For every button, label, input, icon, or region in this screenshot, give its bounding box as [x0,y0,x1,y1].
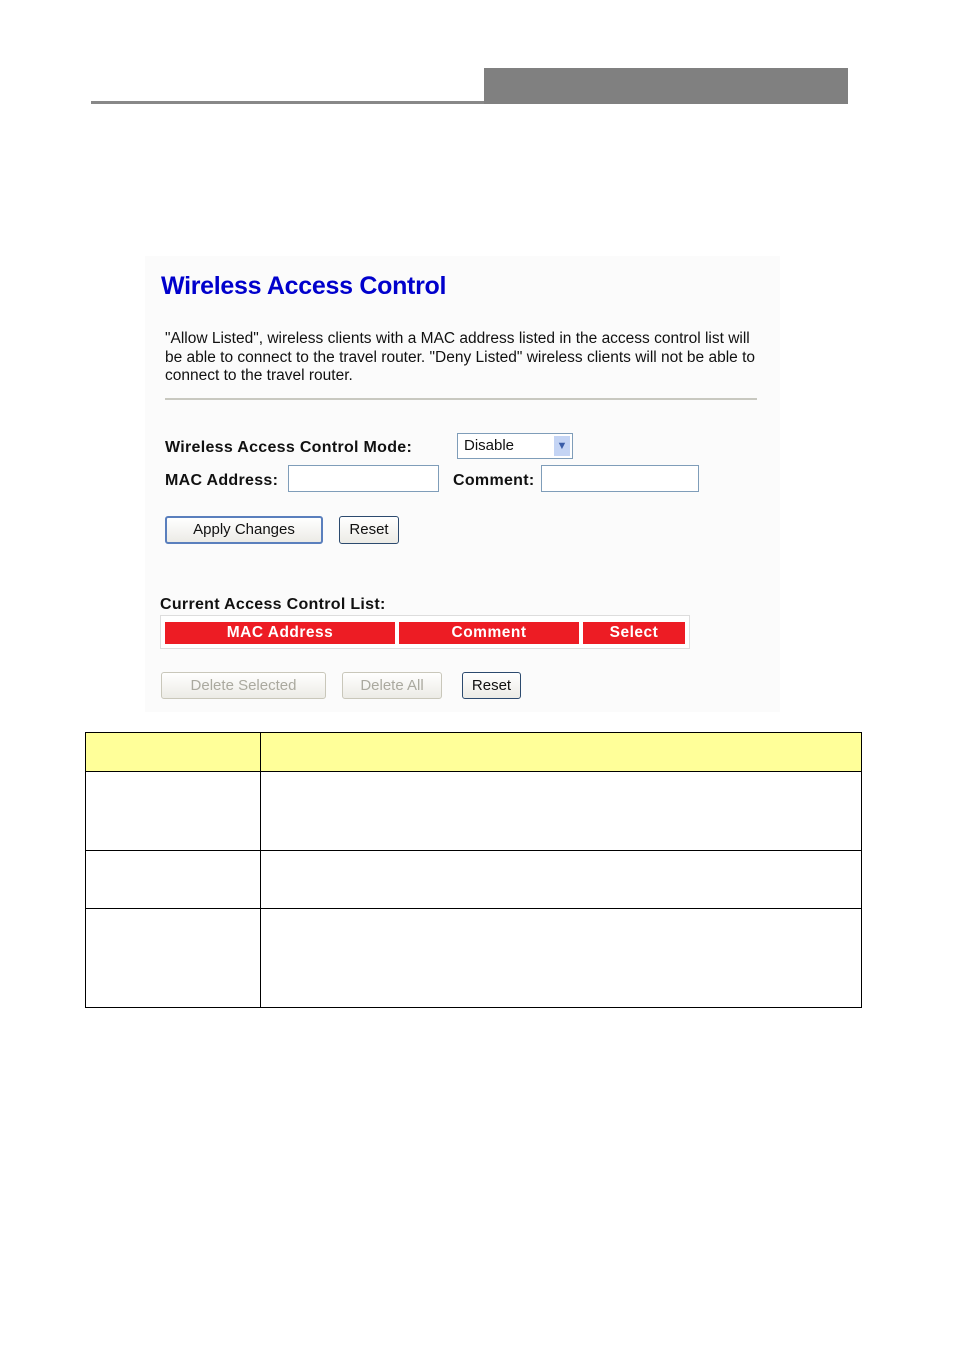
reset-button[interactable]: Reset [339,516,399,544]
table-cell [85,850,261,909]
table-cell [85,732,261,772]
list-title: Current Access Control List: [160,596,386,613]
column-comment: Comment [399,622,579,644]
table-cell [260,732,862,772]
delete-selected-button[interactable]: Delete Selected [161,672,326,699]
apply-changes-button[interactable]: Apply Changes [165,516,323,544]
description: "Allow Listed", wireless clients with a … [165,330,755,385]
table-cell [260,908,862,1008]
mode-label: Wireless Access Control Mode: [165,439,413,456]
comment-label: Comment: [453,472,535,489]
column-mac-address: MAC Address [165,622,395,644]
divider [165,398,757,400]
table-cell [85,771,261,851]
table-row [85,850,862,909]
delete-all-button[interactable]: Delete All [342,672,442,699]
table-cell [260,771,862,851]
mode-select[interactable]: Disable ▼ [457,433,573,459]
chevron-down-icon[interactable]: ▼ [554,436,570,456]
comment-input[interactable] [541,465,699,492]
mac-address-input[interactable] [288,465,439,492]
table-cell [260,850,862,909]
header-bar [484,68,848,104]
mac-label: MAC Address: [165,472,279,489]
table-header-row [85,732,862,772]
document-page: Wireless Access Control "Allow Listed", … [0,0,954,1350]
column-select: Select [583,622,685,644]
mode-value: Disable [464,437,515,454]
table-cell [85,908,261,1008]
access-control-list: MAC Address Comment Select [160,615,690,649]
reset-list-button[interactable]: Reset [462,672,521,699]
page-title: Wireless Access Control [161,272,447,300]
description-table [85,732,862,1008]
router-screenshot: Wireless Access Control "Allow Listed", … [145,256,780,712]
table-row [85,771,862,851]
table-row [85,908,862,1008]
